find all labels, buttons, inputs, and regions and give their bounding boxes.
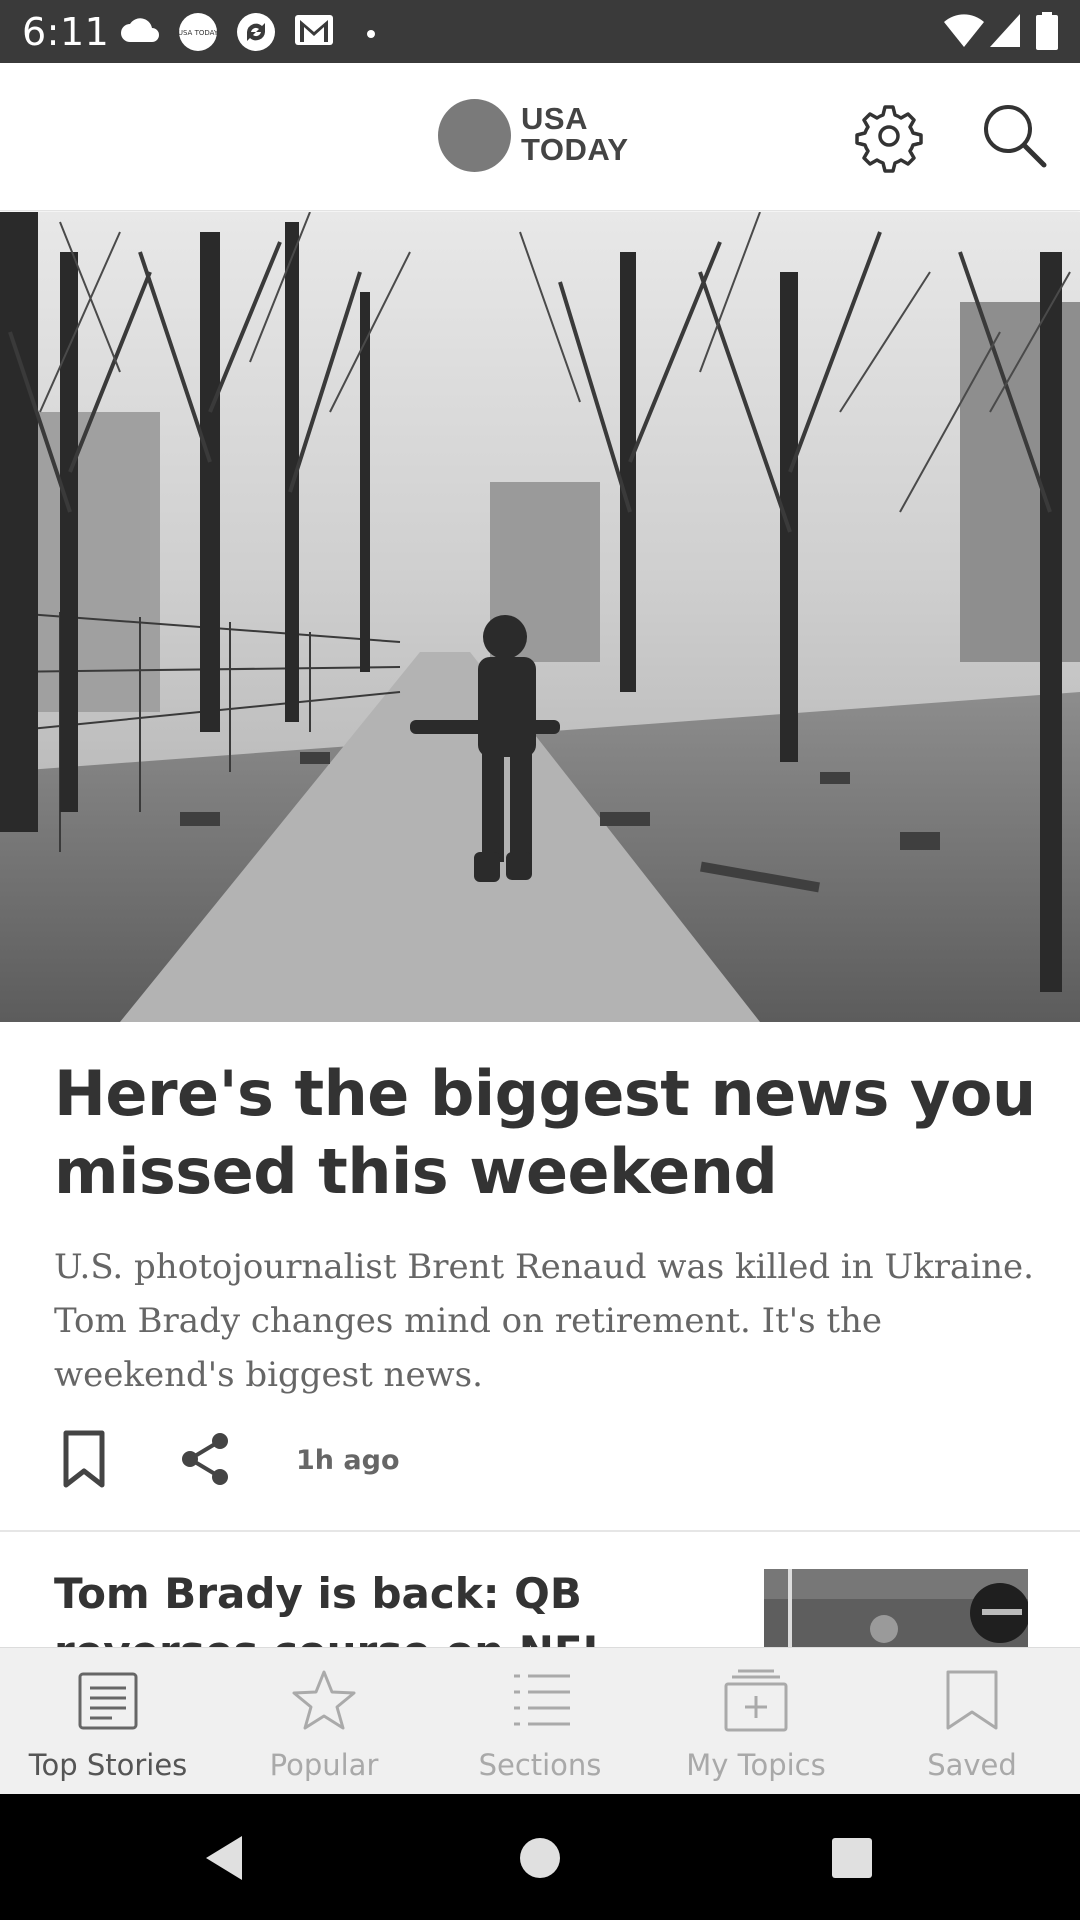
battery-icon bbox=[1036, 12, 1058, 55]
home-circle-icon bbox=[520, 1838, 560, 1878]
usa-today-notification-icon: USA TODAY bbox=[178, 12, 219, 57]
next-story-title[interactable]: Tom Brady is back: QB reverses course on… bbox=[54, 1565, 614, 1647]
list-icon bbox=[514, 1674, 570, 1726]
back-triangle-icon bbox=[206, 1836, 242, 1880]
add-topic-icon bbox=[724, 1669, 788, 1732]
wifi-icon bbox=[944, 14, 984, 53]
tab-sections[interactable]: Sections bbox=[432, 1648, 648, 1795]
status-time: 6:11 bbox=[22, 10, 110, 54]
bookmark-icon bbox=[63, 1430, 105, 1488]
share-button[interactable] bbox=[176, 1429, 236, 1489]
tab-saved[interactable]: Saved bbox=[864, 1648, 1080, 1795]
sync-icon bbox=[236, 12, 276, 57]
search-button[interactable] bbox=[978, 99, 1052, 173]
dot-icon bbox=[366, 26, 376, 44]
usa-today-logo-circle[interactable] bbox=[438, 99, 511, 172]
logo-line-2: TODAY bbox=[521, 132, 629, 167]
usa-today-logo[interactable]: USA TODAY bbox=[521, 103, 629, 165]
app-header: USA TODAY bbox=[0, 63, 1080, 211]
tab-label-sections: Sections bbox=[478, 1748, 602, 1782]
tab-label-my-topics: My Topics bbox=[686, 1748, 826, 1782]
next-story-thumbnail[interactable] bbox=[764, 1569, 1028, 1647]
bookmark-button[interactable] bbox=[54, 1429, 114, 1489]
system-navigation-bar bbox=[0, 1794, 1080, 1920]
hero-image[interactable] bbox=[0, 212, 1080, 1022]
tab-label-top-stories: Top Stories bbox=[28, 1748, 188, 1782]
tab-label-saved: Saved bbox=[927, 1748, 1017, 1782]
status-bar: 6:11 USA TODAY bbox=[0, 0, 1080, 63]
cloud-icon bbox=[120, 16, 160, 49]
notification-badge-text: USA TODAY bbox=[178, 29, 218, 37]
story-divider bbox=[0, 1530, 1080, 1532]
recents-button[interactable] bbox=[824, 1830, 880, 1886]
share-icon bbox=[182, 1433, 228, 1485]
home-button[interactable] bbox=[512, 1830, 568, 1886]
back-button[interactable] bbox=[198, 1830, 254, 1886]
tab-my-topics[interactable]: My Topics bbox=[648, 1648, 864, 1795]
search-icon bbox=[984, 105, 1047, 168]
signal-icon bbox=[990, 14, 1020, 53]
logo-line-1: USA bbox=[521, 101, 588, 136]
article-headline[interactable]: Here's the biggest news you missed this … bbox=[54, 1055, 1044, 1211]
settings-button[interactable] bbox=[852, 99, 926, 173]
bottom-tab-bar: Top Stories Popular Sections My Topics S… bbox=[0, 1647, 1080, 1794]
tab-label-popular: Popular bbox=[269, 1748, 379, 1782]
gmail-icon bbox=[294, 12, 334, 53]
tab-popular[interactable]: Popular bbox=[216, 1648, 432, 1795]
football-photo-thumbnail bbox=[764, 1569, 1028, 1647]
recents-square-icon bbox=[832, 1838, 872, 1878]
soldier-walking-on-road-photo bbox=[0, 212, 1080, 1022]
newspaper-icon bbox=[78, 1672, 138, 1730]
article-timestamp: 1h ago bbox=[296, 1445, 400, 1476]
article-actions: 1h ago bbox=[0, 1425, 1080, 1495]
tab-top-stories[interactable]: Top Stories bbox=[0, 1648, 216, 1795]
star-icon bbox=[292, 1670, 356, 1730]
gear-icon bbox=[855, 105, 923, 173]
bookmark-icon bbox=[946, 1670, 998, 1730]
article-summary[interactable]: U.S. photojournalist Brent Renaud was ki… bbox=[54, 1240, 1034, 1402]
